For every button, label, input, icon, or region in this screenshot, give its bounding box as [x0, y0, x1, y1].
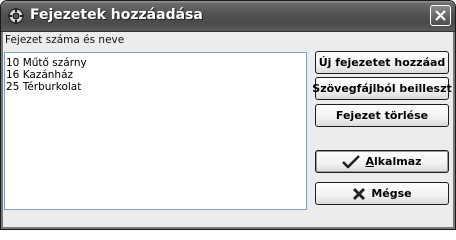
checkmark-icon [342, 154, 361, 168]
list-item[interactable]: 16 Kazánház [6, 69, 73, 81]
add-chapter-label: Új fejezetet hozzáad [318, 56, 446, 69]
list-label: Fejezet száma és neve [5, 34, 125, 46]
add-chapter-button[interactable]: Új fejezetet hozzáad [315, 51, 449, 74]
close-icon [435, 10, 446, 21]
paste-from-textfile-button[interactable]: Szövegfájlból beilleszt [312, 77, 452, 100]
close-button[interactable] [430, 5, 451, 26]
delete-chapter-button[interactable]: Fejezet törlése [315, 104, 449, 127]
apply-label-rest: lkalmaz [373, 155, 422, 168]
title-bar[interactable]: Fejezetek hozzáadása [1, 1, 455, 32]
list-item[interactable]: 10 Műtő szárny [6, 57, 87, 69]
chapter-listbox[interactable]: 10 Műtő szárny 16 Kazánház 25 Térburkola… [4, 52, 307, 210]
delete-chapter-label: Fejezet törlése [335, 109, 429, 122]
cancel-label: Mégse [371, 187, 412, 200]
apply-button[interactable]: Alkalmaz [315, 150, 449, 173]
x-icon [353, 187, 366, 200]
list-item[interactable]: 25 Térburkolat [6, 81, 81, 93]
paste-from-textfile-label: Szövegfájlból beilleszt [312, 82, 452, 95]
app-gear-icon [8, 8, 24, 24]
apply-label-accelerator: A [365, 155, 374, 168]
apply-label: Alkalmaz [365, 155, 421, 168]
window-title: Fejezetek hozzáadása [30, 7, 203, 23]
cancel-button[interactable]: Mégse [315, 182, 449, 205]
